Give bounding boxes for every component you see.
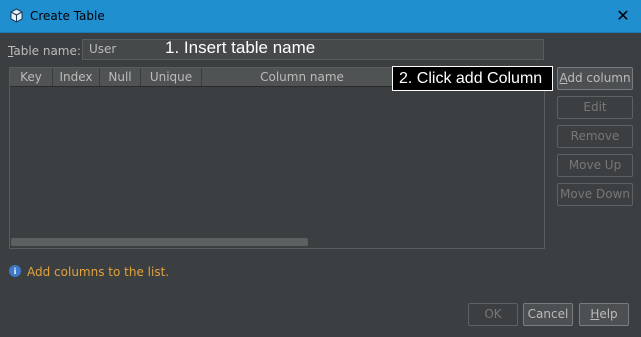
column-header-column-name[interactable]: Column name: [202, 68, 402, 86]
column-header-index[interactable]: Index: [53, 68, 100, 86]
ok-button[interactable]: OK: [468, 303, 518, 326]
remove-button[interactable]: Remove: [557, 125, 633, 148]
move-up-button[interactable]: Move Up: [557, 154, 633, 177]
window-title: Create Table: [30, 9, 105, 23]
step1-annotation: 1. Insert table name: [165, 38, 316, 57]
help-button[interactable]: Help: [579, 303, 629, 326]
column-header-key[interactable]: Key: [10, 68, 53, 86]
step2-annotation: 2. Click add Column: [392, 66, 553, 91]
info-icon: i: [9, 265, 21, 277]
horizontal-scrollbar[interactable]: [11, 238, 308, 246]
column-header-unique[interactable]: Unique: [141, 68, 202, 86]
columns-table[interactable]: Key Index Null Unique Column name: [9, 67, 545, 249]
add-column-button[interactable]: Add column: [557, 67, 633, 90]
close-icon[interactable]: ✕: [612, 6, 634, 26]
edit-button[interactable]: Edit: [557, 96, 633, 119]
cube-icon: [10, 8, 23, 23]
cancel-button[interactable]: Cancel: [523, 303, 573, 326]
move-down-button[interactable]: Move Down: [557, 183, 633, 206]
table-name-label: Table name:: [8, 44, 81, 58]
info-message: Add columns to the list.: [27, 265, 170, 279]
column-header-null[interactable]: Null: [100, 68, 141, 86]
title-bar: Create Table ✕: [0, 0, 641, 33]
